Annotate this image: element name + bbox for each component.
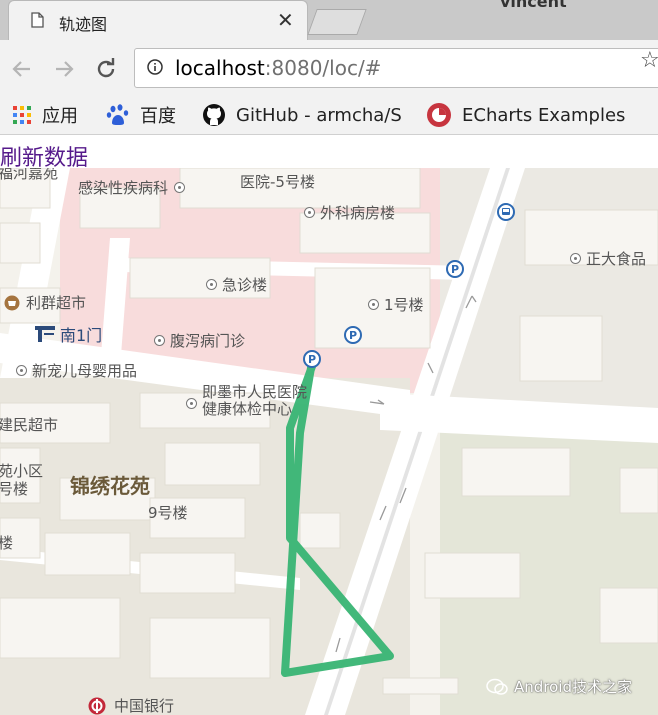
new-tab-button[interactable] (307, 9, 367, 35)
url-path: :8080/loc/# (264, 56, 382, 80)
back-arrow-icon[interactable] (10, 57, 34, 81)
bookmark-label: ECharts Examples (462, 104, 626, 126)
shop-icon (4, 295, 20, 310)
poi-dot-icon (154, 335, 165, 346)
info-icon[interactable] (147, 59, 163, 75)
poi-label: 南1门 (60, 326, 103, 345)
baidu-paw-icon (106, 104, 129, 125)
poi-emergency[interactable]: 急诊楼 (206, 274, 267, 295)
poi-xinchong[interactable]: 新宠儿母婴用品 (16, 360, 137, 381)
url-host: localhost (175, 56, 265, 80)
area-label: 锦绣花苑 (70, 474, 150, 498)
poi-label: 9号楼 (148, 504, 188, 522)
building (0, 597, 121, 659)
bookmark-github[interactable]: GitHub - armcha/S (202, 96, 402, 134)
building (0, 222, 41, 264)
poi-infectious-disease[interactable]: 感染性疾病科 (78, 177, 190, 198)
poi-dot-icon (304, 207, 315, 218)
bus-icon (502, 208, 510, 215)
poi-label: 医院-5号楼 (240, 173, 315, 191)
tab-active[interactable]: 轨迹图 ✕ (8, 0, 308, 41)
parking-icon[interactable]: P (303, 350, 321, 368)
poi-label: 利群超市 (26, 294, 87, 312)
parking-icon[interactable]: P (344, 326, 362, 344)
tab-close-button[interactable]: ✕ (277, 8, 294, 32)
bank-icon (88, 697, 106, 714)
poi-diarrhea-clinic[interactable]: 腹泻病门诊 (154, 330, 245, 351)
toolbar: localhost:8080/loc/# (0, 40, 658, 96)
poi-building-1[interactable]: 1号楼 (368, 294, 424, 315)
building (299, 512, 341, 549)
poi-dot-icon (16, 365, 27, 376)
github-icon (203, 104, 225, 126)
tab-strip: 轨迹图 ✕ vincent (0, 0, 658, 41)
building (599, 587, 658, 644)
poi-label: 福河嘉苑 (0, 168, 59, 182)
bookmark-echarts[interactable]: ECharts Examples (426, 96, 625, 134)
watermark-text: Android技术之家 (514, 678, 632, 696)
building (164, 442, 261, 486)
poi-label: 感染性疾病科 (78, 179, 169, 197)
poi-label: 腹泻病门诊 (170, 332, 246, 350)
poi-label: 1号楼 (384, 296, 424, 314)
map-canvas[interactable]: 福河嘉苑 感染性疾病科 医院-5号楼 外科病房楼 正大食品 急诊楼 利群超市 1… (0, 168, 658, 715)
poi-label: 号楼 (0, 480, 29, 498)
bookmarks-bar: 应用 百度 GitHub - armcha/S ECharts Examples (0, 96, 658, 135)
poi-south-gate[interactable]: 南1门 (34, 322, 102, 346)
poi-dot-icon (368, 299, 379, 310)
watermark: Android技术之家 (486, 676, 632, 697)
bookmark-label: 百度 (140, 106, 176, 127)
poi-dot-icon (186, 398, 197, 409)
profile-name[interactable]: vincent (500, 0, 567, 11)
reload-icon[interactable] (94, 57, 118, 81)
building (382, 677, 459, 695)
poi-lijun-supermarket[interactable]: 利群超市 (4, 292, 86, 313)
poi-zhengda-food[interactable]: 正大食品 (570, 248, 646, 269)
wechat-icon (486, 678, 508, 695)
bookmark-label: 应用 (42, 106, 78, 127)
poi-dot-icon (206, 279, 217, 290)
building (519, 315, 603, 382)
poi-jimo-hospital[interactable]: 即墨市人民医院 健康体检中心 (186, 384, 307, 418)
poi-dot-icon (570, 253, 581, 264)
document-icon (31, 12, 44, 28)
poi-label: 中国银行 (114, 697, 175, 715)
poi-label: 外科病房楼 (320, 204, 396, 222)
gate-icon (35, 326, 55, 342)
bus-stop-icon[interactable] (497, 203, 515, 221)
parking-icon[interactable]: P (446, 260, 464, 278)
building (619, 467, 658, 514)
poi-label: 楼 (0, 534, 14, 552)
poi-bank-of-china[interactable]: 中国银行 (88, 695, 174, 715)
map-base (0, 168, 658, 715)
bookmark-baidu[interactable]: 百度 (106, 96, 176, 134)
poi-label: 正大食品 (586, 250, 647, 268)
poi-label: 即墨市人民医院 (202, 383, 308, 401)
address-bar[interactable]: localhost:8080/loc/# (134, 48, 658, 88)
tab-title: 轨迹图 (59, 15, 108, 34)
echarts-icon (427, 103, 451, 127)
poi-label: 急诊楼 (222, 276, 268, 294)
bookmark-star-icon[interactable]: ☆ (640, 48, 658, 73)
poi-label: 新宠儿母婴用品 (32, 362, 138, 380)
building (424, 552, 521, 599)
forward-arrow-icon[interactable] (52, 57, 76, 81)
poi-dot-icon (174, 182, 186, 193)
building (139, 552, 236, 594)
apps-grid-icon (13, 106, 31, 124)
bookmark-label: GitHub - armcha/S (236, 104, 402, 126)
building (149, 617, 271, 679)
poi-label: 健康体检中心 (202, 400, 293, 418)
url-text[interactable]: localhost:8080/loc/# (175, 56, 381, 80)
bookmark-apps[interactable]: 应用 (12, 96, 78, 134)
poi-surgery-ward[interactable]: 外科病房楼 (304, 202, 395, 223)
poi-label: 建民超市 (0, 416, 59, 434)
building (461, 447, 571, 497)
building (44, 532, 131, 576)
